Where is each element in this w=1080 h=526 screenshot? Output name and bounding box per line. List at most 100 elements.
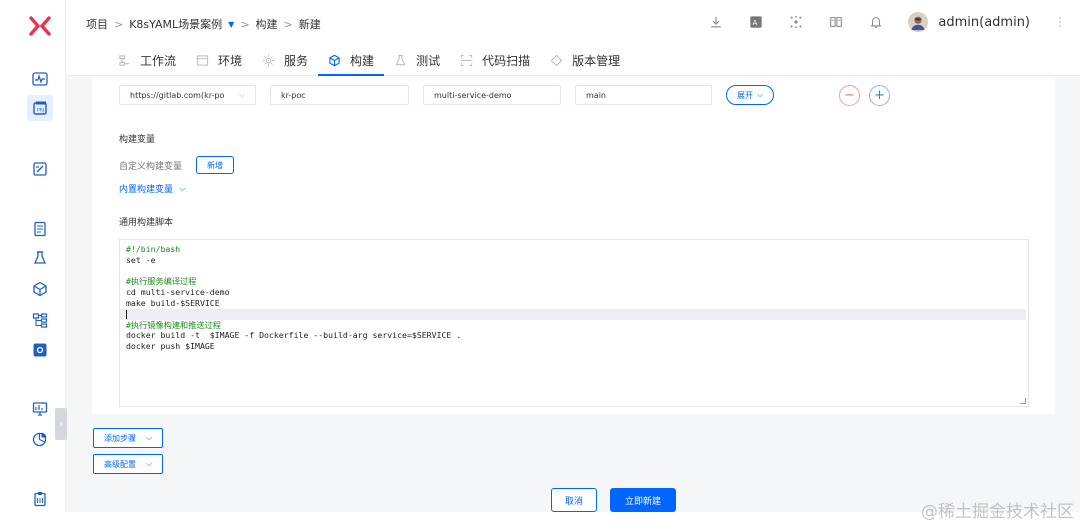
- monitor-icon[interactable]: [31, 400, 49, 418]
- tab-bar: 工作流 环境 服务 构建 测试 代码扫描 版本管理: [66, 44, 1080, 76]
- repo-row: https://gitlab.com(kr-po ⌵ kr-poc multi-…: [119, 85, 712, 105]
- more-icon[interactable]: ⋮: [1054, 15, 1066, 29]
- repo-provider-value: https://gitlab.com(kr-po: [130, 90, 225, 100]
- sidebar-collapse-handle[interactable]: ›: [55, 408, 67, 440]
- code-line: cd multi-service-demo: [126, 287, 230, 298]
- logo-icon[interactable]: [28, 14, 52, 38]
- service-icon: [262, 53, 276, 67]
- builtin-vars-label: 内置构建变量: [119, 185, 174, 195]
- advanced-config-label: 高级配置: [104, 459, 136, 469]
- code-line: #执行镜像构建和推送过程: [126, 319, 221, 330]
- resize-handle-icon[interactable]: [1020, 398, 1026, 404]
- script-editor[interactable]: #!/bin/bash set -e #执行服务编译过程 cd multi-servi…: [119, 239, 1029, 407]
- code-line: docker push $IMAGE: [126, 341, 215, 352]
- add-step-button[interactable]: 添加步骤 ⌵: [93, 428, 164, 448]
- custom-vars-row: 自定义构建变量 新增: [119, 156, 235, 174]
- tab-label: 测试: [416, 53, 441, 68]
- minus-icon: −: [844, 88, 855, 103]
- chevron-down-icon: ⌵: [146, 433, 153, 442]
- code-line: docker build -t $IMAGE -f Dockerfile --b…: [126, 330, 462, 341]
- settings-box-icon[interactable]: [31, 341, 49, 359]
- tabs: 工作流 环境 服务 构建 测试 代码扫描 版本管理: [108, 44, 630, 76]
- bell-icon[interactable]: [868, 14, 884, 30]
- repo-namespace-select[interactable]: kr-poc: [270, 85, 409, 105]
- breadcrumb-case[interactable]: K8sYAML场景案例: [129, 16, 222, 32]
- chevron-down-icon: ⌵: [146, 459, 153, 468]
- tab-scan[interactable]: 代码扫描: [450, 44, 540, 76]
- cancel-button[interactable]: 取消: [551, 488, 597, 512]
- tab-label: 构建: [350, 53, 375, 68]
- tab-label: 服务: [284, 53, 309, 68]
- custom-vars-label: 自定义构建变量: [119, 161, 183, 172]
- tab-label: 代码扫描: [482, 53, 531, 68]
- svg-text:PRJ: PRJ: [37, 108, 44, 114]
- tab-service[interactable]: 服务: [252, 44, 318, 76]
- text-cursor: [126, 309, 127, 319]
- test-icon: [394, 53, 408, 67]
- add-repo-button[interactable]: +: [869, 85, 890, 106]
- breadcrumb: 项目 > K8sYAML场景案例 ▼ > 构建 > 新建: [86, 16, 321, 32]
- code-line: #执行服务编译过程: [126, 276, 197, 287]
- repo-name-select[interactable]: multi-service-demo: [423, 85, 561, 105]
- breadcrumb-separator: >: [114, 17, 124, 31]
- workflow-icon: [118, 53, 132, 67]
- version-icon: [550, 53, 564, 67]
- chevron-down-icon: ⌵: [757, 90, 764, 99]
- breadcrumb-separator: >: [283, 17, 293, 31]
- top-bar: 项目 > K8sYAML场景案例 ▼ > 构建 > 新建 A admin(adm…: [66, 0, 1080, 44]
- edit-icon[interactable]: [31, 160, 49, 178]
- project-icon[interactable]: PRJ: [27, 95, 53, 121]
- environment-icon: [196, 53, 210, 67]
- plus-icon: +: [874, 88, 885, 103]
- pie-chart-icon[interactable]: [31, 430, 49, 448]
- user-name[interactable]: admin(admin): [938, 15, 1030, 30]
- translate-icon[interactable]: A: [748, 14, 764, 30]
- watermark: @稀土掘金技术社区: [921, 502, 1074, 522]
- tree-icon[interactable]: [31, 311, 49, 329]
- avatar[interactable]: [908, 12, 929, 32]
- build-config-card: https://gitlab.com(kr-po ⌵ kr-poc multi-…: [92, 76, 1055, 414]
- network-icon[interactable]: [788, 14, 804, 30]
- caret-down-icon[interactable]: ▼: [228, 20, 234, 29]
- add-var-button[interactable]: 新增: [196, 156, 235, 174]
- code-line: set -e: [126, 254, 156, 265]
- flask-icon[interactable]: [31, 249, 49, 267]
- pulse-icon[interactable]: [31, 70, 49, 88]
- breadcrumb-project[interactable]: 项目: [86, 16, 108, 32]
- tab-environment[interactable]: 环境: [186, 44, 252, 76]
- clipboard-icon[interactable]: [31, 490, 49, 508]
- build-vars-title: 构建变量: [119, 135, 156, 145]
- tab-label: 工作流: [140, 53, 177, 68]
- expand-label: 展开: [737, 90, 753, 100]
- scan-icon: [460, 53, 474, 67]
- tab-label: 版本管理: [572, 53, 621, 68]
- left-sidebar: PRJ ›: [16, 0, 67, 512]
- tab-build[interactable]: 构建: [318, 44, 385, 76]
- tab-version[interactable]: 版本管理: [540, 44, 630, 76]
- book-icon[interactable]: [828, 14, 844, 30]
- tab-label: 环境: [218, 53, 243, 68]
- code-line: make build-$SERVICE: [126, 297, 220, 308]
- document-icon[interactable]: [31, 220, 49, 238]
- repo-branch-value: main: [586, 90, 606, 100]
- breadcrumb-section[interactable]: 构建: [256, 16, 278, 32]
- top-right-tools: A admin(admin) ⋮: [708, 12, 1066, 32]
- expand-button[interactable]: 展开 ⌵: [726, 85, 775, 105]
- advanced-config-button[interactable]: 高级配置 ⌵: [93, 454, 164, 474]
- chevron-down-icon: ⌵: [238, 90, 245, 99]
- cube-icon[interactable]: [31, 280, 49, 298]
- chevron-down-icon: ⌵: [179, 183, 186, 194]
- create-button[interactable]: 立即新建: [610, 488, 676, 512]
- repo-provider-select[interactable]: https://gitlab.com(kr-po ⌵: [119, 85, 256, 105]
- tab-workflow[interactable]: 工作流: [108, 44, 186, 76]
- tab-test[interactable]: 测试: [384, 44, 450, 76]
- svg-text:A: A: [753, 19, 758, 27]
- repo-branch-select[interactable]: main: [575, 85, 712, 105]
- add-step-label: 添加步骤: [104, 433, 136, 443]
- repo-namespace-value: kr-poc: [281, 90, 306, 100]
- builtin-vars-toggle[interactable]: 内置构建变量 ⌵: [119, 182, 186, 196]
- remove-repo-button[interactable]: −: [839, 85, 860, 106]
- repo-name-value: multi-service-demo: [434, 90, 512, 100]
- download-icon[interactable]: [708, 14, 724, 30]
